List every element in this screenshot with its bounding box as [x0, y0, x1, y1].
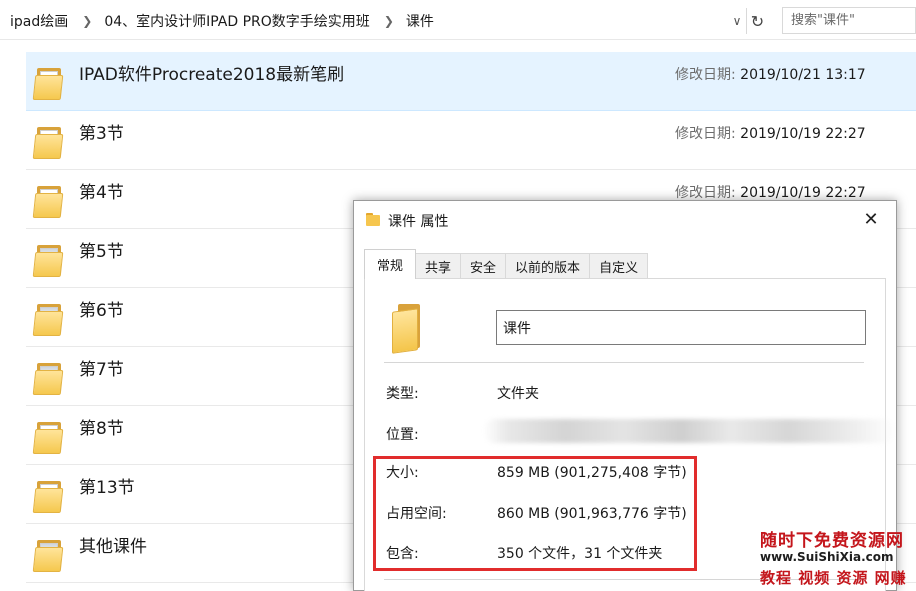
folder-icon — [32, 302, 64, 336]
dialog-titlebar[interactable]: 课件 属性 ✕ — [354, 201, 896, 239]
folder-icon — [392, 304, 422, 354]
file-name: 第5节 — [79, 242, 124, 262]
tab-general[interactable]: 常规 — [364, 249, 417, 279]
modified-label: 修改日期: — [675, 185, 736, 201]
folder-name-input[interactable] — [496, 310, 866, 345]
size-label: 大小: — [386, 465, 419, 481]
folder-icon — [32, 361, 64, 395]
folder-icon — [32, 66, 64, 100]
file-row[interactable]: IPAD软件Procreate2018最新笔刷 修改日期: 2019/10/21… — [26, 52, 916, 111]
folder-icon — [32, 243, 64, 277]
folder-icon — [32, 184, 64, 218]
location-label: 位置: — [386, 427, 419, 443]
file-name: 第3节 — [79, 124, 124, 144]
file-name: 第7节 — [79, 360, 124, 380]
tab-customize[interactable]: 自定义 — [589, 253, 649, 279]
chevron-right-icon[interactable]: ❯ — [82, 14, 92, 28]
file-name: 第6节 — [79, 301, 124, 321]
watermark-title: 随时下免费资源网 — [760, 531, 904, 551]
size-value: 859 MB (901,275,408 字节) — [497, 465, 687, 481]
folder-icon — [32, 479, 64, 513]
folder-icon — [32, 420, 64, 454]
breadcrumb-item-ipad[interactable]: ipad绘画 — [8, 11, 70, 31]
file-row[interactable]: 第3节 修改日期: 2019/10/19 22:27 — [26, 111, 916, 170]
file-name: 第4节 — [79, 183, 124, 203]
modified-value: 2019/10/19 22:27 — [740, 126, 866, 142]
modified-value: 2019/10/19 22:27 — [740, 185, 866, 201]
tab-previous-versions[interactable]: 以前的版本 — [505, 253, 591, 279]
folder-icon — [366, 213, 380, 226]
contains-value: 350 个文件，31 个文件夹 — [497, 546, 663, 562]
file-name: 第13节 — [79, 478, 135, 498]
breadcrumb: ipad绘画 ❯ 04、室内设计师IPAD PRO数字手绘实用班 ❯ 课件 — [8, 11, 436, 31]
file-name: 第8节 — [79, 419, 124, 439]
folder-icon — [32, 125, 64, 159]
divider — [384, 362, 864, 363]
redacted-location — [483, 419, 896, 443]
modified-label: 修改日期: — [675, 67, 736, 83]
chevron-right-icon[interactable]: ❯ — [384, 14, 394, 28]
type-value: 文件夹 — [497, 386, 539, 402]
type-label: 类型: — [386, 386, 419, 402]
breadcrumb-item-course[interactable]: 04、室内设计师IPAD PRO数字手绘实用班 — [102, 11, 372, 31]
file-name: 其他课件 — [79, 537, 147, 557]
tab-sharing[interactable]: 共享 — [415, 253, 462, 279]
close-icon[interactable]: ✕ — [860, 207, 882, 231]
refresh-icon[interactable]: ↻ — [746, 8, 768, 34]
tab-security[interactable]: 安全 — [460, 253, 507, 279]
file-modified: 修改日期: 2019/10/21 13:17 — [675, 64, 866, 84]
address-controls: ∨ ↻ — [728, 8, 772, 34]
address-bar: ipad绘画 ❯ 04、室内设计师IPAD PRO数字手绘实用班 ❯ 课件 ∨ … — [0, 0, 916, 40]
modified-value: 2019/10/21 13:17 — [740, 67, 866, 83]
file-name: IPAD软件Procreate2018最新笔刷 — [79, 65, 345, 85]
modified-label: 修改日期: — [675, 126, 736, 142]
watermark-tagline: 教程 视频 资源 网赚 — [760, 569, 907, 587]
chevron-down-icon[interactable]: ∨ — [728, 11, 746, 31]
dialog-title: 课件 属性 — [388, 214, 449, 230]
search-input[interactable] — [783, 8, 915, 33]
contains-label: 包含: — [386, 546, 419, 562]
search-box — [782, 7, 916, 34]
file-modified: 修改日期: 2019/10/19 22:27 — [675, 123, 866, 143]
folder-icon — [32, 538, 64, 572]
size-on-disk-value: 860 MB (901,963,776 字节) — [497, 506, 687, 522]
dialog-tabs: 常规 共享 安全 以前的版本 自定义 — [364, 249, 649, 279]
size-on-disk-label: 占用空间: — [386, 506, 447, 522]
watermark-url: www.SuiShiXia.com — [760, 550, 894, 564]
breadcrumb-item-current[interactable]: 课件 — [404, 11, 436, 31]
watermark: 随时下免费资源网 www.SuiShiXia.com 教程 视频 资源 网赚 — [756, 526, 916, 591]
file-modified: 修改日期: 2019/10/19 22:27 — [675, 182, 866, 202]
